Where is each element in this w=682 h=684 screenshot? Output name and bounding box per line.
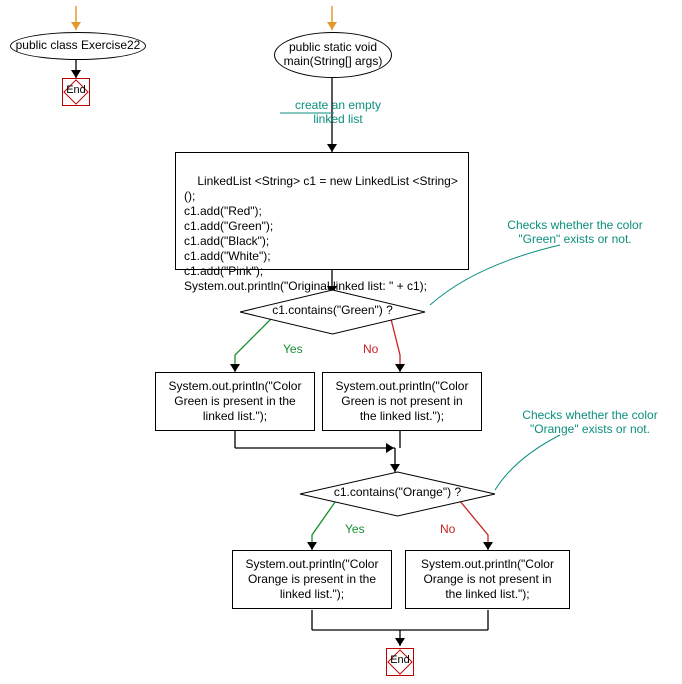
arrow-icon (71, 70, 81, 78)
process-green-yes: System.out.println("Color Green is prese… (155, 372, 315, 431)
arrow-icon (390, 464, 400, 472)
entry-arrow-icon (327, 22, 337, 30)
process-init: LinkedList <String> c1 = new LinkedList … (175, 152, 469, 270)
comment-check-orange: Checks whether the color "Orange" exists… (505, 408, 675, 437)
decision-green-label: c1.contains("Green") ? (240, 303, 425, 317)
process-green-no: System.out.println("Color Green is not p… (322, 372, 482, 431)
start-main-label: public static void main(String[] args) (284, 41, 383, 69)
start-main-ellipse: public static void main(String[] args) (274, 32, 392, 78)
flowchart-canvas: public class Exercise22 End public stati… (0, 0, 682, 684)
arrow-icon (483, 542, 493, 550)
end-label: End (63, 84, 89, 96)
arrow-icon (307, 542, 317, 550)
decision-orange-label: c1.contains("Orange") ? (300, 485, 495, 499)
start-class-label: public class Exercise22 (16, 39, 141, 53)
process-orange-no: System.out.println("Color Orange is not … (405, 550, 570, 609)
arrow-icon (386, 443, 394, 453)
branch-yes-label: Yes (283, 342, 303, 356)
arrow-icon (395, 638, 405, 646)
branch-no-label: No (363, 342, 378, 356)
entry-arrow-icon (71, 22, 81, 30)
arrow-icon (230, 364, 240, 372)
end-node: End (62, 78, 90, 106)
end-node: End (386, 648, 414, 676)
start-class-ellipse: public class Exercise22 (10, 32, 146, 60)
end-label: End (387, 654, 413, 666)
branch-yes-label: Yes (345, 522, 365, 536)
comment-create-list: create an empty linked list (268, 98, 408, 127)
comment-check-green: Checks whether the color "Green" exists … (490, 218, 660, 247)
arrow-icon (327, 144, 337, 152)
arrow-icon (395, 364, 405, 372)
branch-no-label: No (440, 522, 455, 536)
process-init-text: LinkedList <String> c1 = new LinkedList … (184, 174, 461, 293)
process-orange-yes: System.out.println("Color Orange is pres… (232, 550, 392, 609)
